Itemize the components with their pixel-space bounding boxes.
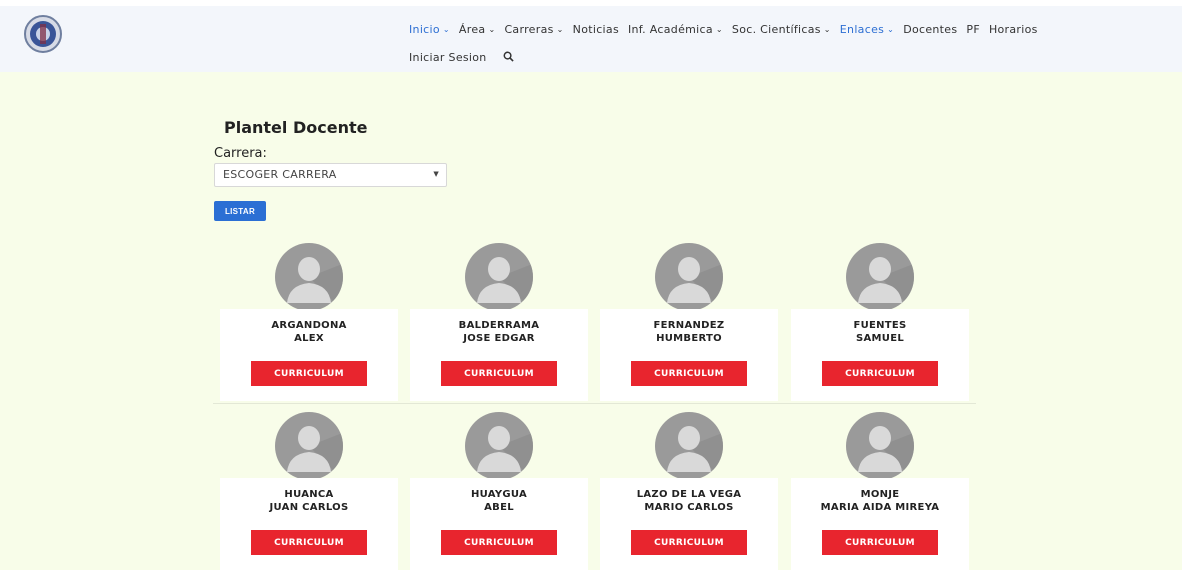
docente-given-name: MARIA AIDA MIREYA xyxy=(820,502,940,513)
curriculum-button[interactable]: CURRICULUM xyxy=(822,361,938,386)
curriculum-button[interactable]: CURRICULUM xyxy=(251,530,367,555)
university-logo[interactable] xyxy=(23,14,63,54)
nav-item-label: Enlaces xyxy=(839,23,885,36)
avatar xyxy=(655,243,723,311)
docente-card: LAZO DE LA VEGA MARIO CARLOS CURRICULUM xyxy=(600,478,778,570)
docente-card: HUAYGUA ABEL CURRICULUM xyxy=(410,478,588,570)
docente-name: HUANCA JUAN CARLOS xyxy=(220,488,398,514)
avatar xyxy=(275,412,343,480)
chevron-down-icon: ⌄ xyxy=(887,25,895,34)
docente-surname: ARGANDONA xyxy=(271,320,347,331)
docente-given-name: JOSE EDGAR xyxy=(463,333,535,344)
nav-item-3[interactable]: Noticias xyxy=(573,23,619,36)
nav-item-label: PF xyxy=(966,23,980,36)
nav-item-label: Soc. Científicas xyxy=(731,23,821,36)
docente-name: FERNANDEZ HUMBERTO xyxy=(600,319,778,345)
carrera-select[interactable]: ESCOGER CARRERA ▼ xyxy=(214,163,447,187)
nav-item-1[interactable]: Área ⌄ xyxy=(459,23,496,36)
chevron-down-icon: ⌄ xyxy=(442,25,450,34)
avatar xyxy=(655,412,723,480)
docente-name: BALDERRAMA JOSE EDGAR xyxy=(410,319,588,345)
docente-name: LAZO DE LA VEGA MARIO CARLOS xyxy=(600,488,778,514)
docente-card: FUENTES SAMUEL CURRICULUM xyxy=(791,309,969,401)
docente-card: MONJE MARIA AIDA MIREYA CURRICULUM xyxy=(791,478,969,570)
chevron-down-icon: ⌄ xyxy=(715,25,723,34)
docente-surname: MONJE xyxy=(860,489,900,500)
docente-given-name: ABEL xyxy=(484,502,514,513)
docente-card: ARGANDONA ALEX CURRICULUM xyxy=(220,309,398,401)
nav-item-label: Horarios xyxy=(988,23,1038,36)
curriculum-button[interactable]: CURRICULUM xyxy=(441,530,557,555)
docente-name: HUAYGUA ABEL xyxy=(410,488,588,514)
nav-item-label: Inf. Académica xyxy=(627,23,713,36)
page-title: Plantel Docente xyxy=(224,118,368,137)
nav-item-label: Carreras xyxy=(504,23,554,36)
nav-item-label: Docentes xyxy=(903,23,958,36)
docente-surname: HUAYGUA xyxy=(470,489,528,500)
nav-item-0[interactable]: Inicio ⌄ xyxy=(409,23,450,36)
docente-surname: BALDERRAMA xyxy=(458,320,540,331)
avatar xyxy=(846,243,914,311)
docente-surname: LAZO DE LA VEGA xyxy=(636,489,742,500)
docente-given-name: JUAN CARLOS xyxy=(269,502,349,513)
nav-item-7[interactable]: Docentes xyxy=(903,23,957,36)
nav-item-label: Noticias xyxy=(572,23,619,36)
nav-item-2[interactable]: Carreras ⌄ xyxy=(504,23,563,36)
listar-button[interactable]: LISTAR xyxy=(214,201,266,221)
curriculum-button[interactable]: CURRICULUM xyxy=(441,361,557,386)
curriculum-button[interactable]: CURRICULUM xyxy=(251,361,367,386)
nav-menu-secondary: Iniciar Sesion xyxy=(409,46,514,66)
curriculum-button[interactable]: CURRICULUM xyxy=(631,361,747,386)
docente-name: ARGANDONA ALEX xyxy=(220,319,398,345)
docente-name: MONJE MARIA AIDA MIREYA xyxy=(791,488,969,514)
nav-item-9[interactable]: Horarios xyxy=(989,23,1038,36)
row-divider xyxy=(213,403,976,404)
docente-given-name: MARIO CARLOS xyxy=(644,502,734,513)
nav-item-label: Inicio xyxy=(409,23,440,36)
avatar xyxy=(465,412,533,480)
dropdown-arrow-icon: ▼ xyxy=(433,170,439,178)
nav-item-6[interactable]: Enlaces ⌄ xyxy=(840,23,894,36)
navbar: Inicio ⌄ Área ⌄ Carreras ⌄ Noticias Inf. Académ… xyxy=(0,6,1182,72)
docente-card: BALDERRAMA JOSE EDGAR CURRICULUM xyxy=(410,309,588,401)
login-link[interactable]: Iniciar Sesion xyxy=(409,51,487,64)
docente-surname: FERNANDEZ xyxy=(653,320,725,331)
docente-name: FUENTES SAMUEL xyxy=(791,319,969,345)
nav-item-8[interactable]: PF xyxy=(966,23,980,36)
chevron-down-icon: ⌄ xyxy=(556,25,564,34)
avatar xyxy=(465,243,533,311)
docente-card: FERNANDEZ HUMBERTO CURRICULUM xyxy=(600,309,778,401)
docente-surname: FUENTES xyxy=(853,320,907,331)
curriculum-button[interactable]: CURRICULUM xyxy=(822,530,938,555)
carrera-label: Carrera: xyxy=(214,146,267,161)
docente-given-name: HUMBERTO xyxy=(656,333,722,344)
chevron-down-icon: ⌄ xyxy=(823,25,831,34)
nav-item-label: Área xyxy=(458,23,486,36)
carrera-select-value: ESCOGER CARRERA xyxy=(223,168,337,181)
docente-given-name: ALEX xyxy=(294,333,324,344)
nav-item-4[interactable]: Inf. Académica ⌄ xyxy=(628,23,723,36)
curriculum-button[interactable]: CURRICULUM xyxy=(631,530,747,555)
chevron-down-icon: ⌄ xyxy=(488,25,496,34)
avatar xyxy=(846,412,914,480)
avatar xyxy=(275,243,343,311)
nav-menu: Inicio ⌄ Área ⌄ Carreras ⌄ Noticias Inf. Académ… xyxy=(409,18,1047,38)
docente-surname: HUANCA xyxy=(284,489,334,500)
docente-given-name: SAMUEL xyxy=(855,333,905,344)
docente-card: HUANCA JUAN CARLOS CURRICULUM xyxy=(220,478,398,570)
nav-item-5[interactable]: Soc. Científicas ⌄ xyxy=(732,23,831,36)
search-icon[interactable] xyxy=(501,46,514,65)
